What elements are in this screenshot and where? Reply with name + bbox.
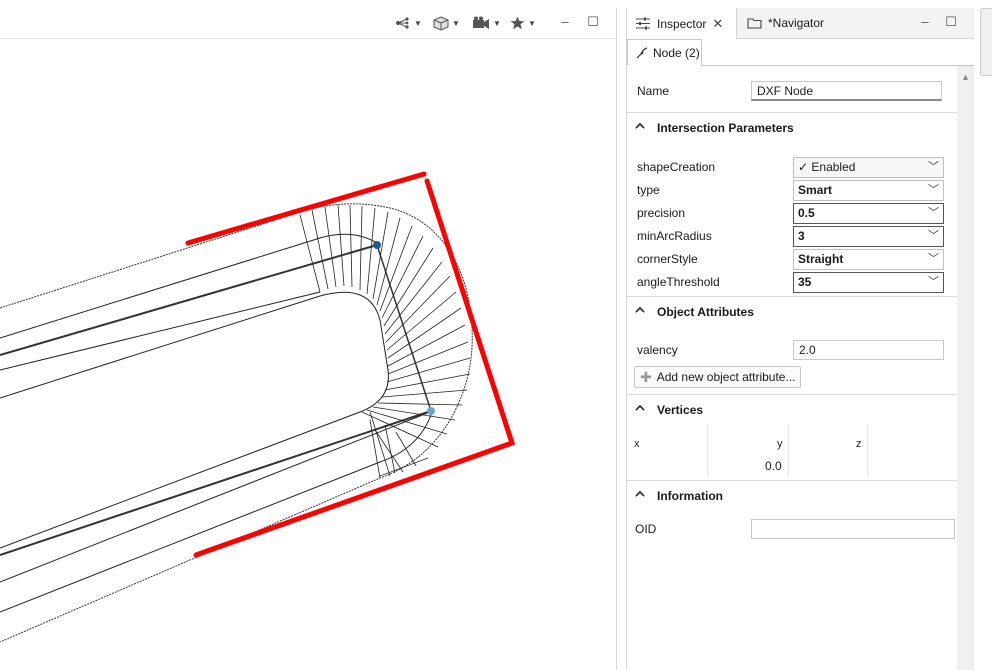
viewport-3d[interactable]: ▼ ▼ ▼ ▼ – ☐ [0,8,617,670]
minimize-button[interactable]: – [917,13,933,31]
vertex-handle[interactable] [373,241,381,249]
param-label: type [637,183,660,197]
sliders-icon [636,17,650,30]
section-object-attributes[interactable]: Object Attributes [627,296,957,327]
inspector-panel: Inspector ✕ *Navigator – ☐ Node (2) Name… [626,8,974,670]
column-header-x: x [634,438,640,450]
select-value: 3 [798,229,805,243]
section-intersection-parameters[interactable]: Intersection Parameters [627,112,957,143]
name-input[interactable]: DXF Node [751,81,942,101]
chevron-down-icon: ﹀ [928,276,939,288]
oid-label: OID [635,522,657,536]
folder-icon [747,18,762,29]
section-title: Intersection Parameters [657,121,794,135]
add-object-attribute-button[interactable]: ✚ Add new object attribute... [634,366,802,388]
valency-input[interactable]: 2.0 [793,340,944,360]
chevron-down-icon: ﹀ [928,253,939,265]
divider [707,424,708,476]
side-panel-stub[interactable] [980,8,992,76]
chevron-down-icon: ﹀ [928,230,939,242]
selection-outline [185,171,516,558]
param-label: precision [637,206,686,220]
street-fan-lines [299,204,471,479]
select-value: Smart [798,183,833,197]
select-value: Straight [798,252,844,266]
chevron-up-icon [635,122,645,129]
vertex-cell-y[interactable]: 0.0 [765,459,782,473]
chevron-down-icon: ﹀ [928,207,939,219]
scrollbar[interactable]: ▲ [957,66,974,670]
node-icon [636,46,648,58]
plus-icon: ✚ [640,368,652,385]
tab-navigator[interactable]: *Navigator [739,8,839,38]
tab-node[interactable]: Node (2) [627,39,702,65]
column-header-y: y [777,438,783,450]
section-title: Information [657,489,723,503]
select-value: ✓ Enabled [798,160,856,174]
inspector-content: Name DXF Node Intersection Parameters sh… [627,66,957,670]
vertex-handle[interactable] [427,407,435,415]
street-centerlines [0,244,432,556]
section-title: Object Attributes [657,305,754,319]
corner-style-select[interactable]: Straight ﹀ [793,249,944,270]
min-arc-radius-select[interactable]: 3 ﹀ [793,226,944,247]
scene-canvas[interactable] [0,8,616,670]
tab-label: *Navigator [768,16,825,30]
scroll-up-icon[interactable]: ▲ [957,72,974,84]
tab-inspector[interactable]: Inspector ✕ [627,8,737,39]
angle-threshold-select[interactable]: 35 ﹀ [793,272,944,293]
vertices-table: x y z 0.0 [627,424,957,476]
precision-select[interactable]: 0.5 ﹀ [793,203,944,224]
subtab-label: Node (2) [653,45,700,60]
param-label: shapeCreation [637,160,716,174]
chevron-up-icon [635,306,645,313]
divider [788,424,789,476]
panel-tabbar: Inspector ✕ *Navigator – ☐ [627,8,974,39]
select-value: 35 [798,275,812,289]
param-label: cornerStyle [637,252,698,266]
chevron-down-icon: ﹀ [928,184,939,196]
select-value: 0.5 [798,206,815,220]
chevron-down-icon: ﹀ [928,161,939,173]
divider [867,424,868,476]
param-label: minArcRadius [637,229,712,243]
close-icon[interactable]: ✕ [712,16,723,32]
param-label: angleThreshold [637,275,720,289]
oid-input[interactable] [751,519,955,539]
attribute-label: valency [637,343,678,357]
section-vertices[interactable]: Vertices [627,394,957,425]
chevron-up-icon [635,404,645,411]
chevron-up-icon [635,490,645,497]
section-title: Vertices [657,403,704,417]
tab-label: Inspector [657,16,707,31]
button-label: Add new object attribute... [656,370,796,384]
column-header-z: z [856,438,862,450]
maximize-button[interactable]: ☐ [943,13,959,31]
type-select[interactable]: Smart ﹀ [793,180,944,201]
section-information[interactable]: Information [627,480,957,511]
name-label: Name [637,84,670,98]
shape-creation-select[interactable]: ✓ Enabled ﹀ [793,157,944,178]
